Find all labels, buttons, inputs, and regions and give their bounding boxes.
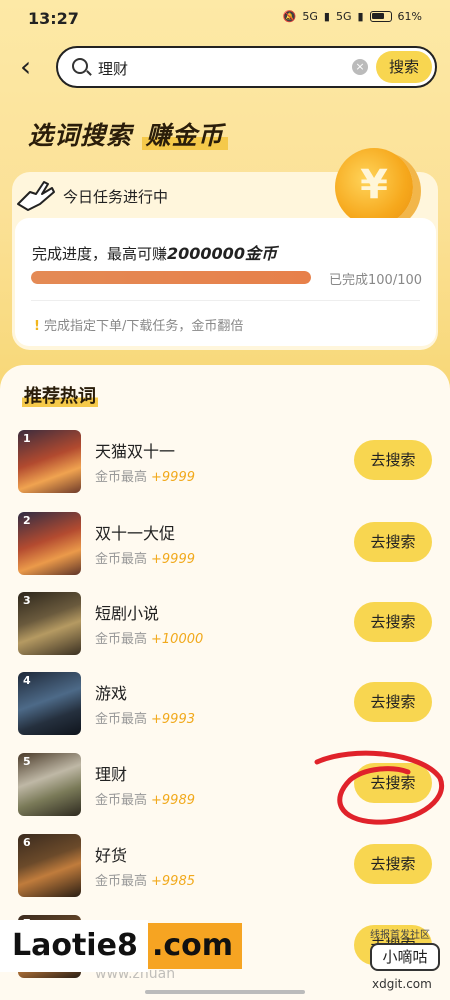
progress-heading: 完成进度，最高可赚2000000金币 — [32, 244, 277, 263]
reward-amount: +9999 — [151, 470, 195, 485]
list-item: 3 短剧小说金币最高 +10000 去搜索 — [12, 590, 438, 660]
keyword-name: 理财 — [95, 765, 128, 784]
task-title: 今日任务进行中 — [63, 188, 169, 206]
thumbnail-image[interactable]: 3 — [18, 592, 81, 655]
page-title: 选词搜索 赚金币 — [28, 116, 228, 152]
list-item: 1 天猫双十一金币最高 +9999 去搜索 — [12, 428, 438, 498]
reward-text: 金币最高 +9999 — [95, 552, 195, 567]
watermark-site-note: 线报首发社区 — [370, 930, 430, 941]
keyword-name: 短剧小说 — [95, 604, 160, 623]
reward-text: 金币最高 +9989 — [95, 793, 195, 808]
thumbnail-image[interactable]: 4 — [18, 672, 81, 735]
status-bar: 13:27 🔕 5G ▮ 5G ▮ 61% — [0, 0, 450, 38]
search-icon — [72, 58, 88, 74]
progress-count: 已完成100/100 — [329, 273, 423, 288]
battery-level: 61% — [397, 10, 422, 23]
status-icons: 🔕 5G ▮ 5G ▮ 61% — [283, 10, 422, 23]
reward-amount: +9985 — [151, 874, 195, 889]
coin-icon: ¥ — [335, 148, 413, 226]
list-item: 4 游戏金币最高 +9993 去搜索 — [12, 670, 438, 740]
rank-number: 5 — [23, 755, 31, 768]
search-button[interactable]: 搜索 — [376, 51, 432, 83]
reward-amount: +10000 — [151, 632, 204, 647]
task-tip: ! 完成指定下单/下载任务，金币翻倍 — [34, 319, 244, 334]
reward-text: 金币最高 +9993 — [95, 712, 195, 727]
list-item: 2 双十一大促金币最高 +9999 去搜索 — [12, 510, 438, 580]
search-query[interactable]: 理财 — [98, 58, 128, 79]
signal-icon-2: ▮ — [357, 10, 364, 23]
thumbnail-image[interactable]: 6 — [18, 834, 81, 897]
status-time: 13:27 — [28, 9, 79, 28]
reward-amount: +9999 — [151, 552, 195, 567]
thumbnail-image[interactable]: 5 — [18, 753, 81, 816]
go-search-button[interactable]: 去搜索 — [354, 602, 432, 642]
reward-text: 金币最高 +10000 — [95, 632, 204, 647]
mute-icon: 🔕 — [282, 10, 297, 23]
rank-number: 6 — [23, 836, 31, 849]
search-input[interactable]: 理财 × 搜索 — [56, 46, 437, 88]
back-arrow-icon[interactable]: ‹ — [20, 52, 42, 82]
keyword-name: 双十一大促 — [95, 524, 176, 543]
exclamation-icon: ! — [34, 319, 40, 334]
progress-bar — [31, 271, 311, 284]
progress-amount: 2000000金币 — [167, 244, 277, 263]
go-search-button[interactable]: 去搜索 — [354, 682, 432, 722]
section-title: 推荐热词 — [22, 386, 98, 407]
signal-icon: ▮ — [323, 10, 330, 23]
list-item: 6 好货金币最高 +9985 去搜索 — [12, 832, 438, 902]
rank-number: 1 — [23, 432, 31, 445]
title-part-1: 选词搜索 — [28, 121, 133, 150]
clear-icon[interactable]: × — [352, 59, 368, 75]
home-indicator[interactable] — [145, 990, 305, 994]
reward-text: 金币最高 +9985 — [95, 874, 195, 889]
rank-number: 2 — [23, 514, 31, 527]
reward-amount: +9989 — [151, 793, 195, 808]
keyword-name: 天猫双十一 — [95, 442, 176, 461]
logo-text-left: Laotie8 — [0, 920, 148, 972]
go-search-button[interactable]: 去搜索 — [354, 522, 432, 562]
hand-icon — [17, 181, 55, 211]
reward-text: 金币最高 +9999 — [95, 470, 195, 485]
keyword-name: 好货 — [95, 846, 128, 865]
title-part-2: 赚金币 — [141, 121, 228, 150]
signal-5g-label-2: 5G — [335, 10, 352, 23]
go-search-button[interactable]: 去搜索 — [354, 844, 432, 884]
logo-text-right: .com — [148, 923, 242, 969]
rank-number: 3 — [23, 594, 31, 607]
rank-number: 4 — [23, 674, 31, 687]
battery-icon — [369, 11, 392, 22]
watermark-domain: xdgit.com — [372, 977, 432, 991]
watermark-badge: 小嘀咕 — [370, 943, 440, 971]
progress-bar-fill — [31, 271, 311, 284]
keyword-name: 游戏 — [95, 684, 128, 703]
divider — [31, 300, 420, 301]
thumbnail-image[interactable]: 1 — [18, 430, 81, 493]
red-annotation-circle — [314, 750, 445, 825]
thumbnail-image[interactable]: 2 — [18, 512, 81, 575]
signal-5g-label: 5G — [302, 10, 318, 23]
go-search-button[interactable]: 去搜索 — [354, 440, 432, 480]
reward-amount: +9993 — [151, 712, 195, 727]
laotie8-logo: Laotie8 .com — [0, 920, 244, 972]
